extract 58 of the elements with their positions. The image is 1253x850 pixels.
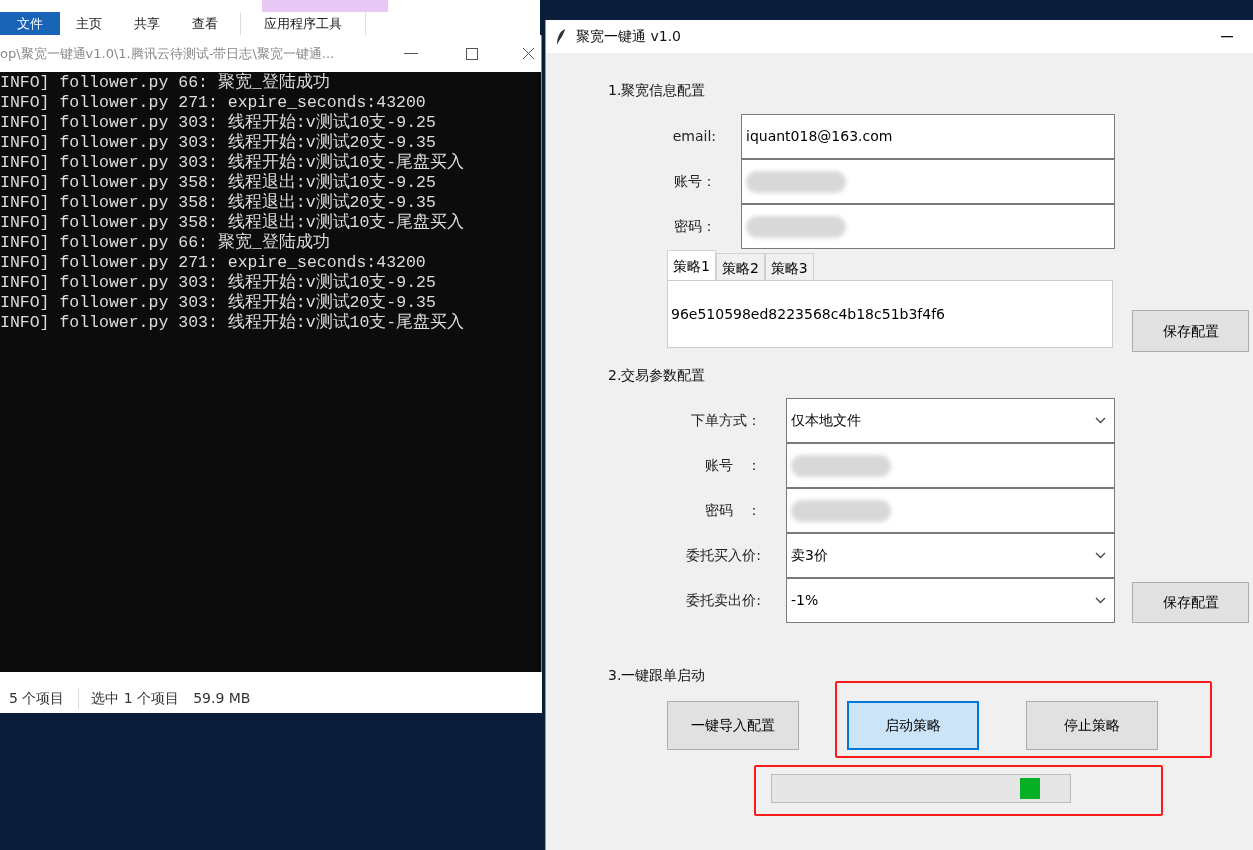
console-line: INFO] follower.py 271: expire_seconds:43200 (0, 93, 427, 113)
ribbon-tab[interactable]: 查看 (176, 12, 234, 36)
input-field[interactable]: iquant018@163.com (741, 114, 1115, 159)
ribbon-tab[interactable]: 共享 (118, 12, 176, 36)
console-line: INFO] follower.py 271: expire_seconds:43200 (0, 253, 427, 273)
action-button[interactable]: 一键导入配置 (667, 701, 799, 750)
console-line: INFO] follower.py 66: 聚宽_登陆成功 (0, 73, 331, 93)
field-label: 委托卖出价: (685, 590, 762, 610)
strategy-tab[interactable]: 策略3 (764, 253, 814, 281)
dropdown[interactable]: 仅本地文件 (786, 398, 1115, 443)
chevron-down-icon (1095, 417, 1106, 424)
text-area[interactable]: 96e510598ed8223568c4b18c51b3f4f6 (667, 280, 1113, 348)
window-title: 聚宽一键通 v1.0 (576, 27, 681, 46)
close-icon[interactable] (522, 47, 535, 60)
window-title: op\聚宽一键通v1.0\1.腾讯云待测试-带日志\聚宽一键通... (0, 44, 336, 63)
chevron-down-icon (1095, 597, 1106, 604)
maximize-icon[interactable] (466, 47, 478, 60)
console-line: INFO] follower.py 303: 线程开始:v测试10支-尾盘买入 (0, 153, 466, 173)
console-line: INFO] follower.py 358: 线程退出:v测试10支-尾盘买入 (0, 213, 466, 232)
console-line: INFO] follower.py 303: 线程开始:v测试20支-9.35 (0, 293, 437, 313)
field-label: 账号 ： (704, 455, 762, 475)
status-text: 选中 1 个项目 (78, 688, 180, 709)
console-line: INFO] follower.py 358: 线程退出:v测试20支-9.35 (0, 193, 437, 213)
field-label: email: (671, 126, 717, 146)
field-label: 密码： (673, 216, 717, 236)
console-line: INFO] follower.py 303: 线程开始:v测试10支-尾盘买入 (0, 313, 466, 333)
field-label: 下单方式： (690, 410, 762, 430)
field-label: 账号： (673, 171, 717, 191)
dropdown[interactable]: -1% (786, 578, 1115, 623)
input-field[interactable] (786, 488, 1115, 533)
section-heading: 1.聚宽信息配置 (608, 81, 706, 100)
field-label: 密码 ： (704, 500, 762, 520)
input-field[interactable] (786, 443, 1115, 488)
ribbon-tab[interactable]: 主页 (60, 12, 118, 36)
field-label: 委托买入价: (685, 545, 762, 565)
ribbon-tab[interactable]: 文件 (0, 12, 60, 36)
console-line: INFO] follower.py 303: 线程开始:v测试10支-9.25 (0, 113, 437, 133)
console-line: INFO] follower.py 303: 线程开始:v测试10支-9.25 (0, 273, 437, 293)
dropdown[interactable]: 卖3价 (786, 533, 1115, 578)
feather-icon (556, 27, 566, 46)
section-heading: 3.一键跟单启动 (608, 666, 706, 685)
input-field[interactable] (741, 159, 1115, 204)
console-line: INFO] follower.py 66: 聚宽_登陆成功 (0, 233, 331, 253)
minimize-icon[interactable] (1221, 35, 1233, 38)
console-line: INFO] follower.py 303: 线程开始:v测试20支-9.35 (0, 133, 437, 153)
save-button[interactable]: 保存配置 (1132, 310, 1249, 352)
status-text: 5 个项目 (9, 689, 65, 708)
chevron-down-icon (1095, 552, 1106, 559)
strategy-tab[interactable]: 策略1 (667, 250, 716, 281)
action-button[interactable]: 停止策略 (1026, 701, 1158, 750)
input-field[interactable] (741, 204, 1115, 249)
status-text: 59.9 MB (193, 689, 251, 708)
console-line: INFO] follower.py 358: 线程退出:v测试10支-9.25 (0, 173, 437, 193)
minimize-icon[interactable] (404, 52, 418, 55)
save-button[interactable]: 保存配置 (1132, 582, 1249, 623)
action-button[interactable]: 启动策略 (847, 701, 979, 750)
strategy-tab[interactable]: 策略2 (715, 253, 765, 281)
section-heading: 2.交易参数配置 (608, 366, 706, 385)
